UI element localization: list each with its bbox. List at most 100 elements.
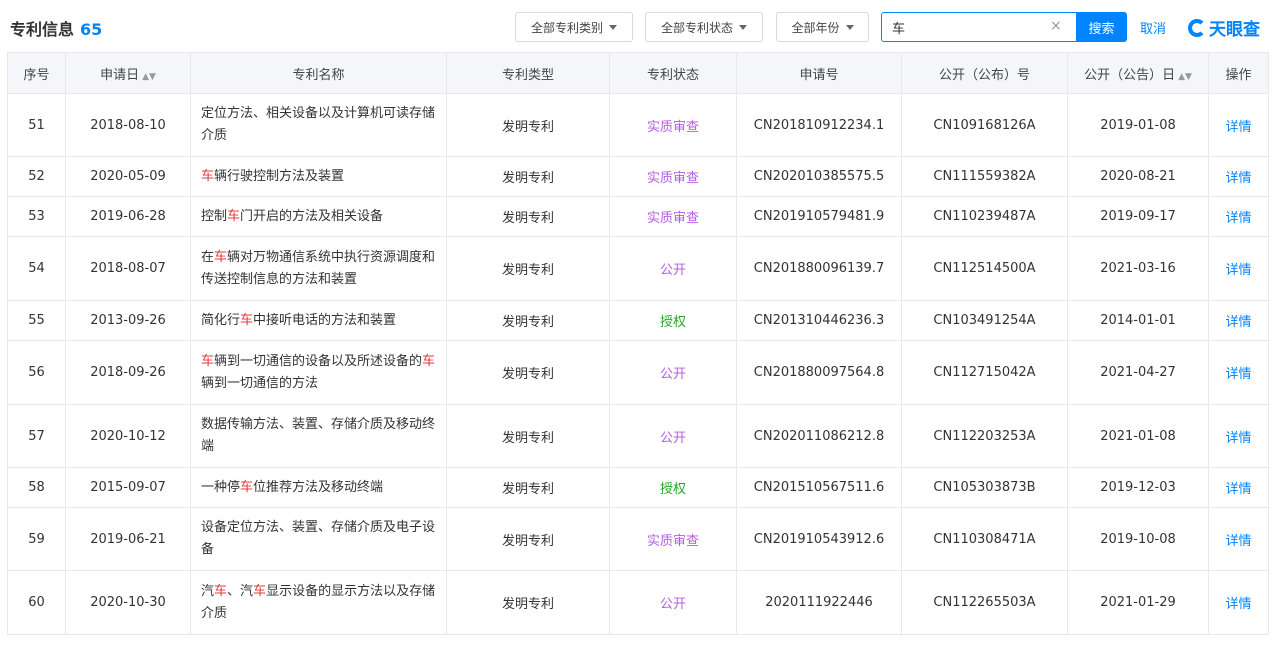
year-dropdown[interactable]: 全部年份: [776, 12, 869, 42]
cell-app-date: 2020-05-09: [65, 156, 191, 197]
brand-logo: 天眼查: [1188, 15, 1260, 40]
name-text: 在: [201, 249, 215, 265]
table-row: 51 2018-08-10 定位方法、相关设备以及计算机可读存储介质 发明专利 实质审查…: [7, 93, 1269, 157]
cell-no: 53: [7, 196, 66, 237]
cell-pub-date: 2019-12-03: [1067, 467, 1209, 508]
cell-app-no: CN201510567511.6: [736, 467, 902, 508]
cell-type: 发明专利: [446, 467, 610, 508]
cell-no: 60: [7, 570, 66, 635]
chevron-down-icon: [739, 24, 747, 30]
cell-type: 发明专利: [446, 340, 610, 405]
cell-no: 58: [7, 467, 66, 508]
patent-status-dropdown[interactable]: 全部专利状态: [645, 12, 763, 42]
cell-pub-no: CN105303873B: [901, 467, 1068, 508]
cell-patent-name: 一种停车位推荐方法及移动终端: [190, 467, 447, 508]
col-header-app-date-label: 申请日: [100, 67, 140, 83]
col-header-type: 专利类型: [446, 52, 610, 94]
table-row: 55 2013-09-26 简化行车中接听电话的方法和装置 发明专利 授权 CN20131…: [7, 300, 1269, 341]
cell-pub-no: CN112514500A: [901, 236, 1068, 301]
cell-app-no: 2020111922446: [736, 570, 902, 635]
detail-link[interactable]: 详情: [1225, 534, 1251, 549]
cell-no: 57: [7, 404, 66, 468]
cancel-link[interactable]: 取消: [1140, 18, 1166, 37]
cell-action: 详情: [1208, 570, 1269, 635]
highlight-keyword: 车: [214, 583, 228, 599]
patent-type-label: 全部专利类别: [530, 20, 603, 35]
cell-status: 公开: [609, 404, 737, 468]
cell-patent-name: 在车辆对万物通信系统中执行资源调度和传送控制信息的方法和装置: [190, 236, 447, 301]
name-text: 辆对万物通信系统中执行资源调度和传送控制信息的方法和装置: [201, 249, 436, 287]
cell-type: 发明专利: [446, 196, 610, 237]
search-button[interactable]: 搜索: [1076, 12, 1127, 42]
highlight-keyword: 车: [201, 168, 215, 184]
col-header-pub-no: 公开（公布）号: [901, 52, 1068, 94]
cell-status: 公开: [609, 570, 737, 635]
cell-action: 详情: [1208, 467, 1269, 508]
cell-type: 发明专利: [446, 300, 610, 341]
cell-type: 发明专利: [446, 404, 610, 468]
detail-link[interactable]: 详情: [1225, 120, 1251, 135]
cell-action: 详情: [1208, 507, 1269, 571]
cell-pub-date: 2019-10-08: [1067, 507, 1209, 571]
name-text: 一种停: [201, 479, 241, 495]
detail-link[interactable]: 详情: [1225, 431, 1251, 446]
cell-patent-name: 设备定位方法、装置、存储介质及电子设备: [190, 507, 447, 571]
cell-patent-name: 车辆行驶控制方法及装置: [190, 156, 447, 197]
name-text: 定位方法、相关设备以及计算机可读存储介质: [201, 106, 436, 143]
table-row: 56 2018-09-26 车辆到一切通信的设备以及所述设备的车辆到一切通信的方法发…: [7, 340, 1269, 405]
detail-link[interactable]: 详情: [1225, 171, 1251, 186]
detail-link[interactable]: 详情: [1225, 263, 1251, 278]
name-text: 控制: [201, 208, 228, 224]
result-count: 65: [80, 20, 103, 39]
cell-app-date: 2019-06-21: [65, 507, 191, 571]
col-header-app-date[interactable]: 申请日 ▲▼: [65, 52, 191, 94]
cell-patent-name: 定位方法、相关设备以及计算机可读存储介质: [190, 93, 447, 157]
patent-status-label: 全部专利状态: [660, 20, 733, 35]
col-header-action: 操作: [1208, 52, 1269, 94]
chevron-down-icon: [609, 24, 617, 30]
cell-no: 59: [7, 507, 66, 571]
detail-link[interactable]: 详情: [1225, 315, 1251, 330]
name-text: 、汽: [227, 583, 254, 599]
cell-no: 56: [7, 340, 66, 405]
detail-link[interactable]: 详情: [1225, 482, 1251, 497]
detail-link[interactable]: 详情: [1225, 367, 1251, 382]
highlight-keyword: 车: [227, 208, 241, 224]
clear-icon[interactable]: ×: [1050, 18, 1062, 34]
col-header-pub-date[interactable]: 公开（公告）日 ▲▼: [1067, 52, 1209, 94]
patent-table: 序号 申请日 ▲▼ 专利名称 专利类型 专利状态 申请号 公开（公布）号 公开（公…: [7, 52, 1269, 635]
cell-patent-name: 控制车门开启的方法及相关设备: [190, 196, 447, 237]
col-header-no: 序号: [7, 52, 66, 94]
name-text: 位推荐方法及移动终端: [253, 479, 384, 495]
detail-link[interactable]: 详情: [1225, 597, 1251, 612]
detail-link[interactable]: 详情: [1225, 211, 1251, 226]
search-input[interactable]: [881, 12, 1077, 42]
page-title: 专利信息 65: [10, 16, 102, 40]
cell-action: 详情: [1208, 300, 1269, 341]
cell-status: 实质审查: [609, 196, 737, 237]
cell-no: 55: [7, 300, 66, 341]
cell-app-no: CN202011086212.8: [736, 404, 902, 468]
page-title-text: 专利信息: [10, 20, 75, 39]
cell-status: 实质审查: [609, 93, 737, 157]
highlight-keyword: 车: [240, 479, 254, 495]
cell-pub-date: 2019-01-08: [1067, 93, 1209, 157]
cell-pub-date: 2021-03-16: [1067, 236, 1209, 301]
table-row: 58 2015-09-07 一种停车位推荐方法及移动终端 发明专利 授权 CN201510…: [7, 467, 1269, 508]
cell-pub-date: 2021-04-27: [1067, 340, 1209, 405]
cell-pub-no: CN103491254A: [901, 300, 1068, 341]
cell-pub-date: 2019-09-17: [1067, 196, 1209, 237]
name-text: 辆行驶控制方法及装置: [214, 168, 345, 184]
cell-pub-no: CN112715042A: [901, 340, 1068, 405]
patent-type-dropdown[interactable]: 全部专利类别: [515, 12, 633, 42]
cell-app-no: CN201880096139.7: [736, 236, 902, 301]
cell-pub-date: 2014-01-01: [1067, 300, 1209, 341]
cell-type: 发明专利: [446, 507, 610, 571]
table-row: 57 2020-10-12 数据传输方法、装置、存储介质及移动终端 发明专利 公开 CN2…: [7, 404, 1269, 468]
chevron-down-icon: [845, 24, 854, 30]
cell-type: 发明专利: [446, 156, 610, 197]
sort-icon[interactable]: ▲▼: [1178, 72, 1192, 82]
cell-app-date: 2020-10-12: [65, 404, 191, 468]
table-row: 54 2018-08-07 在车辆对万物通信系统中执行资源调度和传送控制信息的方法和…: [7, 236, 1269, 301]
sort-icon[interactable]: ▲▼: [142, 72, 156, 82]
